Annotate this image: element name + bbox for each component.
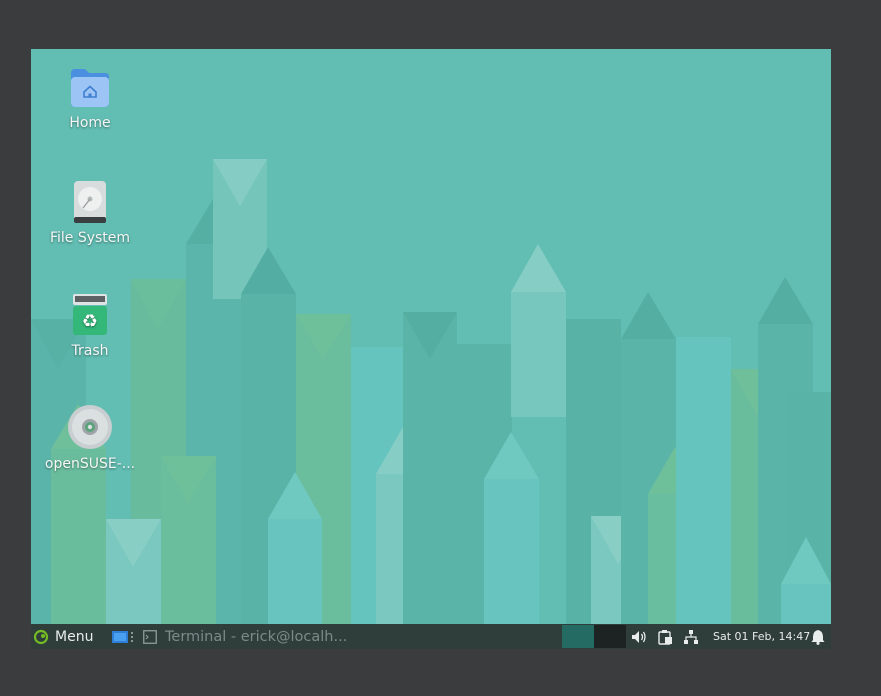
system-tray	[631, 624, 709, 649]
svg-text:♻: ♻	[82, 311, 98, 332]
hard-drive-icon	[74, 181, 106, 223]
taskbar-window-terminal[interactable]: Terminal - erick@localh...	[143, 624, 347, 649]
workspace-2[interactable]	[594, 625, 626, 648]
desktop[interactable]: Home File System ♻ Trash openSUSE-...	[31, 49, 831, 624]
screen: Home File System ♻ Trash openSUSE-... Me…	[31, 49, 831, 649]
notification-bell-icon[interactable]	[811, 624, 825, 649]
clock-text: Sat 01 Feb, 14:47	[713, 630, 811, 643]
optical-disc-icon	[68, 405, 112, 449]
volume-icon[interactable]	[631, 629, 647, 645]
desktop-icon-label: File System	[49, 230, 131, 246]
taskbar-panel: Menu Terminal - erick@localh... Sat 01 F…	[31, 624, 831, 649]
opensuse-logo-icon	[33, 629, 49, 644]
workspace-switcher[interactable]	[562, 625, 626, 648]
terminal-icon	[143, 629, 157, 644]
desktop-icon-opensuse-disc[interactable]: openSUSE-...	[31, 404, 149, 472]
clock[interactable]: Sat 01 Feb, 14:47	[713, 624, 810, 649]
home-folder-icon	[71, 69, 109, 107]
clipboard-icon[interactable]	[657, 629, 673, 645]
window-title: Terminal - erick@localh...	[165, 628, 348, 645]
trash-icon: ♻	[73, 294, 107, 335]
desktop-icon-label: openSUSE-...	[44, 456, 136, 472]
wallpaper	[31, 159, 831, 624]
desktop-icon-file-system[interactable]: File System	[31, 180, 149, 246]
menu-label: Menu	[55, 628, 94, 645]
desktop-icon-trash[interactable]: ♻ Trash	[31, 293, 149, 359]
show-desktop-button[interactable]	[111, 624, 135, 649]
workspace-1[interactable]	[562, 625, 594, 648]
network-icon[interactable]	[683, 629, 699, 645]
desktop-icon-label: Trash	[71, 343, 109, 359]
menu-button[interactable]: Menu	[33, 624, 93, 649]
desktop-icon-label: Home	[69, 115, 111, 131]
desktop-icon	[112, 630, 133, 643]
desktop-icon-home[interactable]: Home	[31, 67, 149, 131]
